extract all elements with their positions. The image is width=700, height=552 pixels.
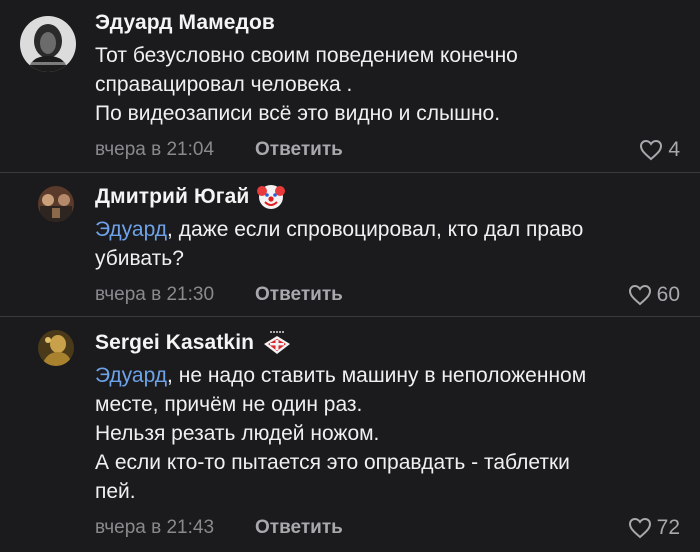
- comment-timestamp: вчера в 21:04: [95, 139, 215, 160]
- mention-link[interactable]: Эдуард: [95, 364, 167, 387]
- avatar[interactable]: [38, 330, 74, 366]
- comment-text: Эдуард, даже если спровоцировал, кто дал…: [95, 218, 584, 270]
- like-count: 60: [656, 283, 680, 306]
- comment-timestamp: вчера в 21:43: [95, 517, 215, 538]
- reply-button[interactable]: Ответить: [255, 139, 343, 161]
- heart-icon: [628, 284, 652, 306]
- clown-face-icon: [257, 183, 286, 211]
- author-name[interactable]: Дмитрий Югай: [95, 185, 249, 209]
- like-count: 72: [656, 516, 680, 539]
- comment-text: Тот безусловно своим поведением конечно …: [95, 44, 518, 125]
- like-button[interactable]: 4: [639, 136, 680, 164]
- like-count: 4: [668, 138, 680, 161]
- reply-button[interactable]: Ответить: [255, 517, 343, 539]
- author-name[interactable]: Эдуард Мамедов: [95, 11, 275, 35]
- divider: [0, 172, 700, 173]
- like-button[interactable]: 60: [628, 281, 680, 309]
- reply-button[interactable]: Ответить: [255, 284, 343, 306]
- like-button[interactable]: 72: [628, 514, 680, 542]
- mention-link[interactable]: Эдуард: [95, 218, 167, 241]
- spartak-badge-icon: [262, 330, 292, 356]
- comment-timestamp: вчера в 21:30: [95, 284, 215, 305]
- divider: [0, 316, 700, 317]
- avatar[interactable]: [20, 16, 76, 72]
- author-name[interactable]: Sergei Kasatkin: [95, 331, 254, 355]
- heart-icon: [628, 517, 652, 539]
- comment-text: Эдуард, не надо ставить машину в неполож…: [95, 364, 587, 503]
- avatar[interactable]: [38, 186, 74, 222]
- heart-icon: [639, 139, 663, 161]
